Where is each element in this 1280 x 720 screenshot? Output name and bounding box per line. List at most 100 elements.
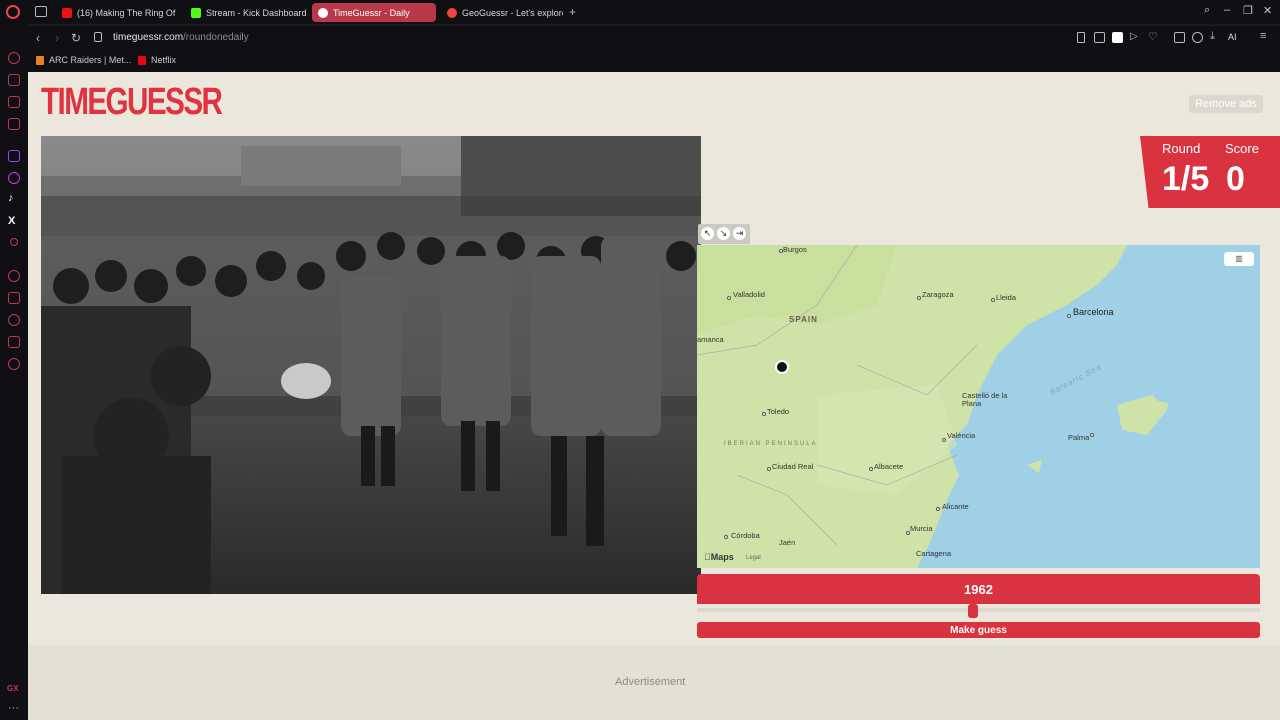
bookmark-label: Netflix (151, 55, 177, 65)
make-guess-button[interactable]: Make guess (697, 622, 1260, 638)
record-icon[interactable] (10, 238, 18, 246)
forward-icon[interactable]: › (55, 31, 59, 45)
map-layers-icon[interactable]: ▥ (1224, 252, 1254, 266)
map-label-barcelona: Barcelona (1073, 307, 1114, 317)
city-dot (762, 412, 766, 416)
download-icon[interactable]: ⤓ (1210, 30, 1221, 42)
map-label-salamanca: amanca (697, 335, 724, 344)
netflix-icon (138, 55, 146, 65)
city-dot (869, 467, 873, 471)
map-legal-link[interactable]: Legal (746, 555, 761, 561)
timeguessr-logo[interactable]: TIMEGUESSR (41, 82, 223, 122)
restore-icon[interactable]: ❐ (1243, 4, 1253, 17)
map-label-ciudad-real: Ciudad Real (772, 462, 814, 471)
close-icon[interactable]: ✕ (1263, 4, 1272, 17)
bookmarks-bar: ARC Raiders | Met... Netflix (28, 50, 1280, 72)
map-label-toledo: Toledo (767, 407, 790, 416)
extensions-icon[interactable] (1174, 32, 1185, 43)
tab-timeguessr[interactable]: TimeGuessr - Daily (312, 3, 436, 22)
pin-map-icon[interactable]: ⇥ (733, 227, 746, 240)
tiktok-icon[interactable]: ♪ (8, 192, 20, 204)
workspaces-icon[interactable] (35, 6, 47, 17)
twitch-icon[interactable] (8, 150, 20, 162)
advertisement-area: Advertisement (28, 645, 1280, 720)
bookmark-label: ARC Raiders | Met... (49, 55, 132, 65)
tab-bar: (16) Making The Ring Of S Stream - Kick … (0, 0, 1280, 24)
tab-label: GeoGuessr - Let's explore (462, 7, 563, 18)
reload-icon[interactable]: ↻ (71, 31, 81, 45)
browser-sidebar: ♪ X GX ··· (0, 24, 28, 720)
tab-label: TimeGuessr - Daily (333, 7, 410, 18)
bookmark-arc-raiders[interactable]: ARC Raiders | Met... (36, 55, 131, 65)
map-label-zaragoza: Zaragoza (922, 290, 954, 299)
ai-button[interactable]: AI (1228, 32, 1237, 42)
x-twitter-icon[interactable]: X (8, 215, 20, 227)
minimize-icon[interactable]: – (1224, 4, 1230, 16)
more-icon[interactable]: ··· (8, 702, 19, 714)
url-field[interactable]: timeguessr.com/roundonedaily (113, 32, 249, 43)
extensions-sidebar-icon[interactable] (8, 336, 20, 348)
lock-icon[interactable] (94, 32, 102, 42)
search-tabs-icon[interactable]: ⌕ (1204, 4, 1210, 17)
tab-kick[interactable]: Stream - Kick Dashboard (185, 3, 307, 22)
tab-geoguessr[interactable]: GeoGuessr - Let's explore (441, 3, 563, 22)
profile-icon[interactable] (1192, 32, 1203, 43)
news-icon[interactable] (8, 96, 20, 108)
map-label-iberian-peninsula: IBERIAN PENINSULA (724, 441, 818, 447)
opera-menu-icon[interactable] (6, 5, 20, 19)
map-label-jaen: Jaén (779, 538, 796, 547)
map-label-lleida: Lleida (996, 293, 1017, 302)
mods-icon[interactable] (8, 118, 20, 130)
menu-icon[interactable]: ≡ (1260, 30, 1271, 42)
settings-icon[interactable] (8, 358, 20, 370)
tab-label: (16) Making The Ring Of S (77, 7, 178, 18)
instagram-icon[interactable] (8, 172, 20, 184)
store-icon[interactable] (8, 74, 20, 86)
gx-control-icon[interactable]: GX (7, 684, 19, 693)
address-bar: ‹ › ↻ timeguessr.com/roundonedaily ▷ ♡ ⤓… (28, 26, 1280, 50)
heart-icon[interactable]: ♡ (1148, 30, 1159, 43)
year-display: 1962 (697, 574, 1260, 604)
round-label: Round (1162, 141, 1201, 156)
player-icon[interactable] (8, 270, 20, 282)
url-path: /roundonedaily (183, 32, 249, 43)
shield-icon[interactable] (1112, 32, 1123, 43)
expand-map-icon[interactable]: ↖ (701, 227, 714, 240)
remove-ads-button[interactable]: Remove ads (1189, 95, 1263, 113)
map-label-alicante: Alicante (942, 502, 969, 511)
historical-photo-image (41, 136, 701, 594)
aria-icon[interactable] (8, 52, 20, 64)
back-icon[interactable]: ‹ (36, 31, 40, 45)
kick-icon (191, 7, 201, 18)
youtube-icon (62, 7, 72, 18)
round-score-panel: Round Score 1/5 0 (1140, 136, 1280, 208)
city-dot (917, 296, 921, 300)
guess-marker-icon[interactable] (775, 360, 789, 374)
globe-icon (318, 7, 328, 18)
city-dot (991, 298, 995, 302)
year-slider-track[interactable] (697, 608, 1260, 612)
location-pin-icon (447, 7, 457, 18)
map-label-burgos: Burgos (783, 245, 807, 254)
score-value: 0 (1226, 160, 1245, 198)
history-icon[interactable] (8, 314, 20, 326)
city-dot (1090, 433, 1094, 437)
play-icon[interactable]: ▷ (1130, 31, 1141, 42)
url-domain: timeguessr.com (113, 32, 184, 43)
new-tab-button[interactable]: + (569, 5, 576, 19)
city-dot (936, 507, 940, 511)
map-label-castello: Castelló de la Plana (962, 391, 1008, 408)
pinboard-icon[interactable] (8, 292, 20, 304)
snapshot-icon[interactable] (1094, 32, 1105, 43)
bookmark-icon[interactable] (1077, 32, 1085, 43)
apple-maps-logo: Maps (704, 552, 734, 562)
map-label-palma: Palma (1068, 433, 1090, 442)
round-photo (41, 136, 701, 594)
score-label: Score (1225, 141, 1259, 156)
tab-youtube[interactable]: (16) Making The Ring Of S (56, 3, 178, 22)
guess-map[interactable]: Burgos Valladolid SPAIN Zaragoza Lleida … (697, 245, 1260, 568)
shrink-map-icon[interactable]: ↘ (717, 227, 730, 240)
tab-label: Stream - Kick Dashboard (206, 7, 307, 18)
bookmark-netflix[interactable]: Netflix (138, 55, 176, 65)
year-slider-thumb[interactable] (967, 604, 978, 618)
